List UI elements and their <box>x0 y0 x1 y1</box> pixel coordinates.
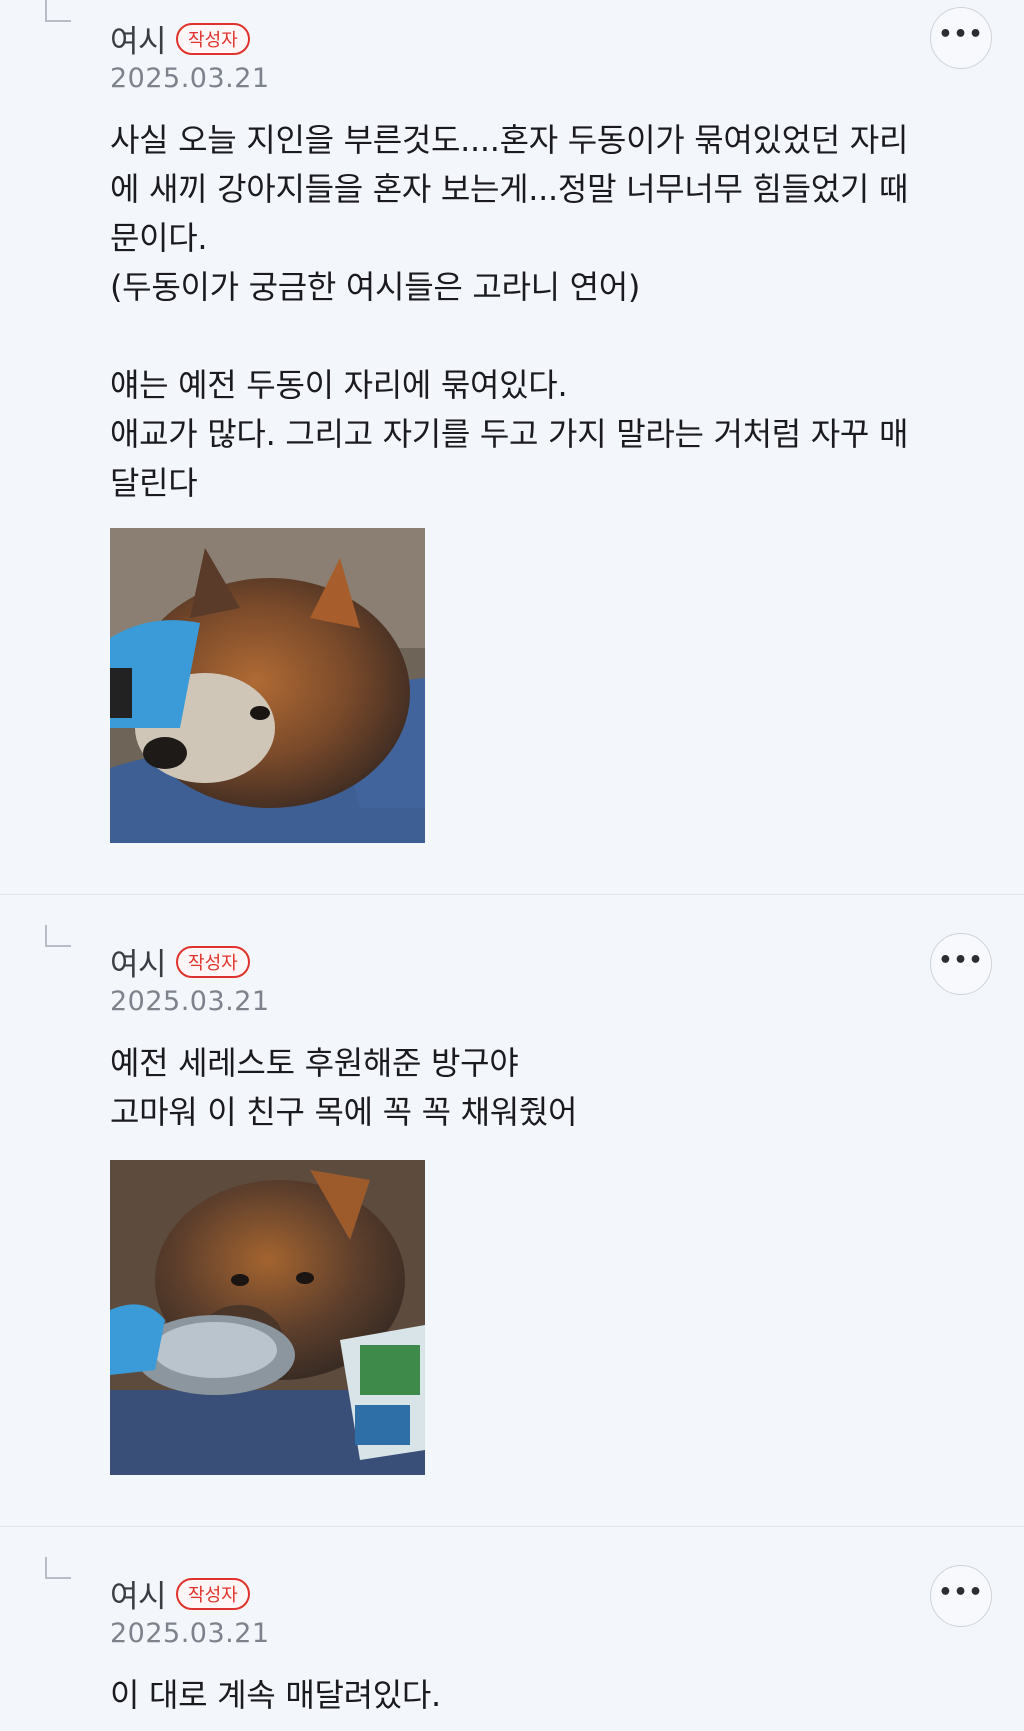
comment-author-row: 여시 작성자 <box>110 939 250 984</box>
comment-author-row: 여시 작성자 <box>110 1571 250 1616</box>
comment-text: 이 대로 계속 매달려있다. <box>110 1676 441 1714</box>
comment-date: 2025.03.21 <box>110 63 270 94</box>
comment-text: 예전 세레스토 후원해준 방구야 고마워 이 친구 목에 꼭 꼭 채워줬어 <box>110 1044 578 1131</box>
reply-arrow-icon <box>45 0 71 22</box>
ellipsis-icon: ••• <box>938 948 984 973</box>
comment-item: 여시 작성자 2025.03.21 ••• 예전 세레스토 후원해준 방구야 고… <box>0 895 1024 1527</box>
author-name[interactable]: 여시 <box>110 939 167 984</box>
dog-photo-image <box>110 528 425 843</box>
more-options-button[interactable]: ••• <box>930 7 992 69</box>
comment-photo[interactable] <box>110 1160 425 1475</box>
reply-arrow-icon <box>45 925 71 947</box>
more-options-button[interactable]: ••• <box>930 933 992 995</box>
author-name[interactable]: 여시 <box>110 1571 167 1616</box>
ellipsis-icon: ••• <box>938 1580 984 1605</box>
comment-item: 여시 작성자 2025.03.21 ••• 사실 오늘 지인을 부른것도....… <box>0 0 1024 895</box>
comment-date: 2025.03.21 <box>110 1618 270 1649</box>
comment-photo[interactable] <box>110 528 425 843</box>
comment-item: 여시 작성자 2025.03.21 ••• 이 대로 계속 매달려있다. <box>0 1527 1024 1731</box>
reply-arrow-icon <box>45 1557 71 1579</box>
comment-author-row: 여시 작성자 <box>110 16 250 61</box>
author-name[interactable]: 여시 <box>110 16 167 61</box>
comment-date: 2025.03.21 <box>110 986 270 1017</box>
author-badge: 작성자 <box>176 1577 250 1610</box>
comment-text: 사실 오늘 지인을 부른것도....혼자 두동이가 묶여있었던 자리 에 새끼 … <box>110 121 909 502</box>
author-badge: 작성자 <box>176 945 250 978</box>
author-badge: 작성자 <box>176 22 250 55</box>
dog-photo-image <box>110 1160 425 1475</box>
more-options-button[interactable]: ••• <box>930 1565 992 1627</box>
ellipsis-icon: ••• <box>938 22 984 47</box>
